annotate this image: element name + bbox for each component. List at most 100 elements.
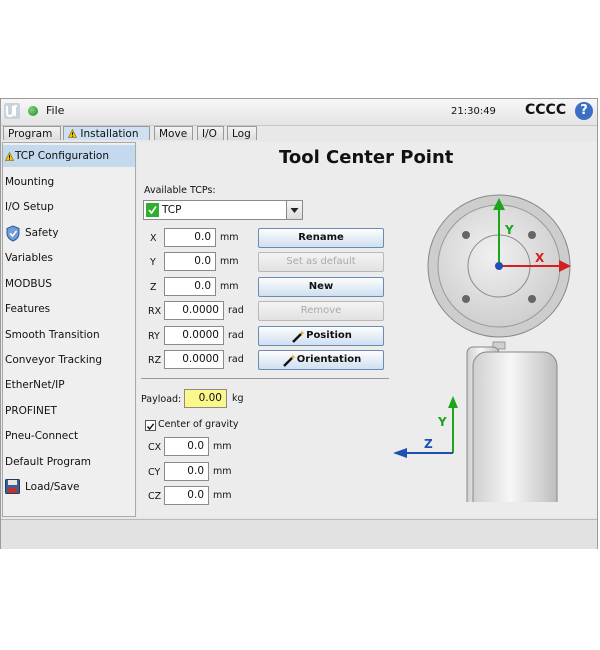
rx-unit: rad xyxy=(228,305,244,316)
tcp-z-field[interactable]: 0.0 xyxy=(164,277,216,296)
payload-field[interactable]: 0.00 xyxy=(184,389,227,408)
robot-name: CCCC xyxy=(525,102,567,118)
wand-icon xyxy=(292,330,305,343)
tab-move[interactable]: Move xyxy=(154,126,193,140)
chevron-down-icon[interactable] xyxy=(286,201,302,219)
sidebar-item-label: Mounting xyxy=(5,176,55,188)
cog-cx-field[interactable]: 0.0 xyxy=(164,437,209,456)
sidebar-item-tcp-configuration[interactable]: TCP Configuration xyxy=(3,145,135,167)
tab-label: Installation xyxy=(80,128,139,140)
new-button[interactable]: New xyxy=(258,277,384,297)
flag-icon xyxy=(146,203,159,217)
cx-unit: mm xyxy=(213,441,232,452)
sidebar-item-label: Smooth Transition xyxy=(5,329,100,341)
x-label: X xyxy=(150,233,157,244)
flange-side-view xyxy=(393,341,558,502)
cx-label: CX xyxy=(148,442,162,453)
ur-logo-icon xyxy=(4,103,20,119)
sidebar-item-label: Default Program xyxy=(5,456,92,468)
tcp-rz-field[interactable]: 0.0000 xyxy=(164,350,224,369)
sidebar-item-conveyor-tracking[interactable]: Conveyor Tracking xyxy=(3,349,135,371)
remove-button[interactable]: Remove xyxy=(258,301,384,321)
sidebar-item-label: PROFINET xyxy=(5,405,57,417)
sidebar-item-profinet[interactable]: PROFINET xyxy=(3,400,135,422)
page-title: Tool Center Point xyxy=(279,147,454,168)
sidebar-item-smooth-transition[interactable]: Smooth Transition xyxy=(3,324,135,346)
cog-cz-field[interactable]: 0.0 xyxy=(164,486,209,505)
y-label: Y xyxy=(150,257,156,268)
x-unit: mm xyxy=(220,232,239,243)
sidebar-item-features[interactable]: Features xyxy=(3,298,135,320)
sidebar-item-default-program[interactable]: Default Program xyxy=(3,451,135,473)
cz-unit: mm xyxy=(213,490,232,501)
sidebar-item-label: EtherNet/IP xyxy=(5,379,65,391)
z-unit: mm xyxy=(220,281,239,292)
ry-unit: rad xyxy=(228,330,244,341)
tab-log[interactable]: Log xyxy=(227,126,257,140)
rz-label: RZ xyxy=(148,355,162,366)
axis-y-label: Y xyxy=(504,223,514,237)
sidebar-item-io-setup[interactable]: I/O Setup xyxy=(3,196,135,218)
flange-top-view xyxy=(427,194,571,338)
file-menu[interactable]: File xyxy=(46,104,64,117)
center-of-gravity-checkbox[interactable] xyxy=(145,420,156,431)
tab-label: I/O xyxy=(202,128,217,140)
available-tcps-label: Available TCPs: xyxy=(144,185,216,196)
sidebar-item-label: Safety xyxy=(25,227,59,239)
sidebar-item-label: Conveyor Tracking xyxy=(5,354,103,366)
shield-icon xyxy=(6,225,20,242)
sidebar-item-load-save[interactable]: Load/Save xyxy=(3,476,135,498)
tab-program[interactable]: Program xyxy=(3,126,61,140)
sidebar-item-pneu-connect[interactable]: Pneu-Connect xyxy=(3,425,135,447)
payload-label: Payload: xyxy=(141,394,182,405)
help-icon[interactable]: ? xyxy=(575,102,593,120)
sidebar: TCP Configuration Mounting I/O Setup Saf… xyxy=(2,142,136,517)
button-label: Position xyxy=(306,330,352,341)
sidebar-item-label: TCP Configuration xyxy=(15,150,110,162)
tcp-dropdown[interactable]: TCP xyxy=(143,200,303,220)
payload-unit: kg xyxy=(232,393,244,404)
bottom-bar xyxy=(1,519,597,549)
sidebar-item-mounting[interactable]: Mounting xyxy=(3,171,135,193)
set-position-button[interactable]: Position xyxy=(258,326,384,346)
y-unit: mm xyxy=(220,256,239,267)
tab-installation[interactable]: Installation xyxy=(63,126,150,140)
clock: 21:30:49 xyxy=(451,106,496,117)
tab-label: Program xyxy=(8,128,53,140)
z-label: Z xyxy=(150,282,157,293)
tab-label: Log xyxy=(232,128,251,140)
set-orientation-button[interactable]: Orientation xyxy=(258,350,384,370)
warning-icon xyxy=(67,128,78,138)
sidebar-item-label: Load/Save xyxy=(25,481,80,493)
sidebar-item-label: I/O Setup xyxy=(5,201,54,213)
rz-unit: rad xyxy=(228,354,244,365)
cog-cy-field[interactable]: 0.0 xyxy=(164,462,209,481)
app-window: File 21:30:49 CCCC ? Program Installatio… xyxy=(0,98,598,549)
cy-unit: mm xyxy=(213,466,232,477)
tab-io[interactable]: I/O xyxy=(197,126,224,140)
sidebar-item-modbus[interactable]: MODBUS xyxy=(3,273,135,295)
sidebar-item-variables[interactable]: Variables xyxy=(3,247,135,269)
button-label: Orientation xyxy=(296,354,362,365)
tab-label: Move xyxy=(159,128,188,140)
sidebar-item-label: Features xyxy=(5,303,51,315)
sidebar-item-label: Variables xyxy=(5,252,53,264)
sidebar-item-label: MODBUS xyxy=(5,278,52,290)
sidebar-item-ethernet-ip[interactable]: EtherNet/IP xyxy=(3,374,135,396)
center-of-gravity-label: Center of gravity xyxy=(158,419,239,430)
set-as-default-button[interactable]: Set as default xyxy=(258,252,384,272)
tcp-rx-field[interactable]: 0.0000 xyxy=(164,301,224,320)
tcp-y-field[interactable]: 0.0 xyxy=(164,252,216,271)
ry-label: RY xyxy=(148,331,160,342)
tcp-panel: Tool Center Point Available TCPs: TCP X … xyxy=(137,142,597,517)
tool-flange-diagram: Y X Y Z xyxy=(393,194,571,502)
tcp-x-field[interactable]: 0.0 xyxy=(164,228,216,247)
sidebar-item-safety[interactable]: Safety xyxy=(3,222,135,244)
tcp-dropdown-value: TCP xyxy=(162,204,182,216)
tcp-ry-field[interactable]: 0.0000 xyxy=(164,326,224,345)
checkmark-icon xyxy=(146,423,155,431)
top-bar: File 21:30:49 CCCC ? xyxy=(1,99,597,126)
wand-icon xyxy=(283,354,296,367)
rename-button[interactable]: Rename xyxy=(258,228,384,248)
axis-x-label: X xyxy=(535,251,545,265)
